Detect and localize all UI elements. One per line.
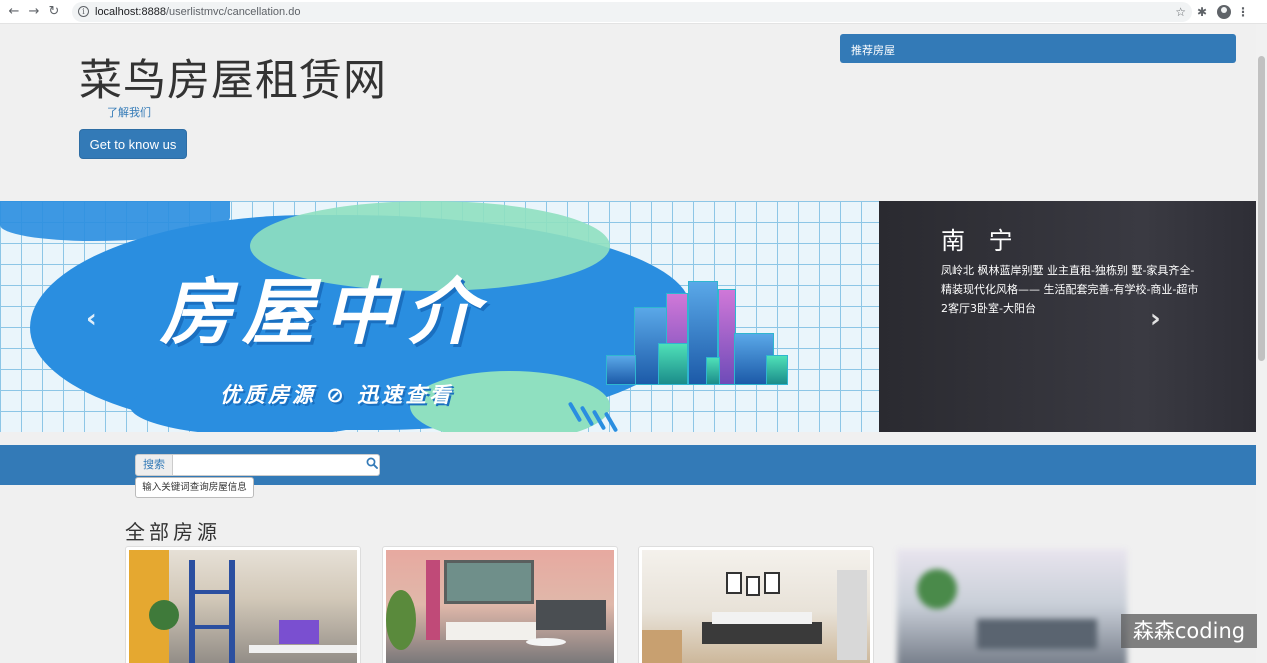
banner-title: 房屋中介 [160,270,489,354]
banner-decoration [565,397,625,432]
listing-photo[interactable] [386,550,614,663]
url-host: localhost:8888 [95,5,166,18]
search-tooltip: 输入关键词查询房屋信息 [135,477,254,498]
listing-card[interactable] [638,546,874,663]
listing-photo[interactable] [897,549,1127,663]
listing-photo[interactable] [129,550,357,663]
carousel-caption: 南 宁 凤岭北 枫林蓝岸别墅 业主直租-独栋别 墅-家具齐全-精装现代化风格——… [879,201,1256,432]
extensions-icon[interactable]: ✱ [1192,5,1212,19]
listings-title: 全部房源 [125,520,221,544]
browser-toolbar: ← → ↻ i localhost:8888/userlistmvc/cance… [0,0,1267,24]
site-title: 菜鸟房屋租赁网 [79,56,387,106]
menu-icon[interactable]: ⋮ [1236,5,1250,19]
info-icon[interactable]: i [78,6,89,17]
page-scrollbar[interactable] [1256,24,1267,663]
about-link[interactable]: 了解我们 [107,104,151,120]
recommend-panel-heading: 推荐房屋 [840,34,1236,63]
forward-icon[interactable]: → [24,2,44,22]
address-bar[interactable]: i localhost:8888/userlistmvc/cancellatio… [72,1,1192,22]
search-input[interactable] [173,454,380,476]
url-text: localhost:8888/userlistmvc/cancellation.… [95,6,300,18]
back-icon[interactable]: ← [4,2,24,22]
get-to-know-us-button[interactable]: Get to know us [79,129,187,159]
reload-icon[interactable]: ↻ [44,2,64,22]
banner-subtitle: 优质房源 ⊘ 迅速查看 [220,383,454,407]
banner-image: 房屋中介 优质房源 ⊘ 迅速查看 [0,201,879,432]
listing-card[interactable] [125,546,361,663]
listing-photo[interactable] [642,550,870,663]
profile-icon[interactable] [1217,4,1231,19]
search-label: 搜索 [135,454,173,476]
url-path: /userlistmvc/cancellation.do [165,5,301,18]
caption-city: 南 宁 [941,227,1021,255]
carousel: 房屋中介 优质房源 ⊘ 迅速查看 南 宁 凤岭北 枫林蓝岸别墅 业主直租-独栋别… [0,201,1256,432]
chevron-right-icon[interactable]: › [1150,304,1161,334]
chevron-left-icon[interactable]: ‹ [86,304,97,334]
listing-card[interactable] [382,546,618,663]
listing-card[interactable] [894,546,1130,663]
city-skyline-illustration [606,281,788,385]
search-icon[interactable] [366,457,378,469]
scrollbar-thumb[interactable] [1258,56,1265,361]
bookmark-star-icon[interactable]: ☆ [1175,5,1186,19]
watermark: 森森coding [1121,614,1257,648]
caption-description: 凤岭北 枫林蓝岸别墅 业主直租-独栋别 墅-家具齐全-精装现代化风格—— 生活配… [941,264,1199,315]
